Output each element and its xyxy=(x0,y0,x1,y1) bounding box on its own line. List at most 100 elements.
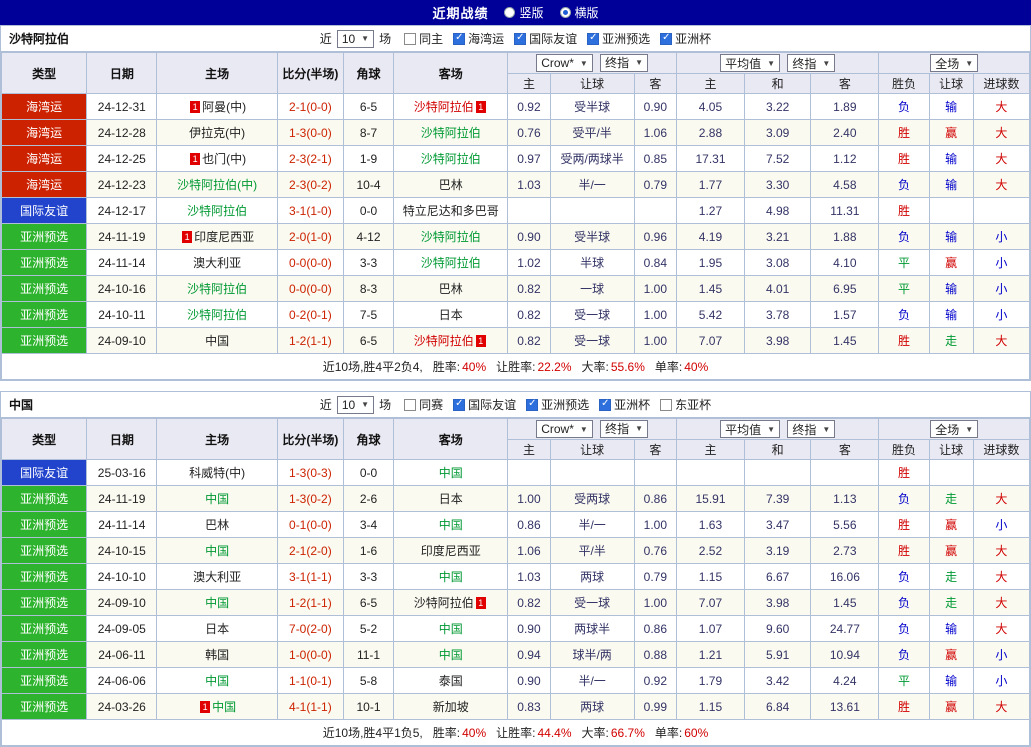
result-cell: 负 xyxy=(879,302,929,328)
corners-cell: 2-6 xyxy=(343,486,393,512)
team-name-text: 中国 xyxy=(439,518,463,532)
col-header-home: 主场 xyxy=(157,53,277,94)
team-name-text: 中国 xyxy=(212,700,236,714)
subcol-odds-home: 主 xyxy=(508,440,550,460)
subcol-odds-home: 主 xyxy=(508,74,550,94)
type-cell: 亚洲预选 xyxy=(2,538,87,564)
away-team-cell: 巴林 xyxy=(394,276,508,302)
handicap-line-cell: 受平/半 xyxy=(550,120,634,146)
average-final-select[interactable]: 终指▼ xyxy=(787,54,835,72)
odds-home-cell xyxy=(508,460,550,486)
match-count-value: 10 xyxy=(342,398,355,412)
avg-away-cell: 11.31 xyxy=(811,198,879,224)
avg-away-cell: 2.73 xyxy=(811,538,879,564)
avg-draw-cell: 7.39 xyxy=(745,486,811,512)
title-bar: 近期战绩 竖版 横版 xyxy=(0,0,1031,25)
avg-home-cell: 1.15 xyxy=(676,694,744,720)
col-header-home: 主场 xyxy=(157,419,277,460)
score-cell: 3-1(1-1) xyxy=(277,564,343,590)
match-count-select[interactable]: 10 ▼ xyxy=(337,30,374,48)
team-name-text: 沙特阿拉伯(中) xyxy=(177,178,257,192)
avg-away-cell: 2.40 xyxy=(811,120,879,146)
filter-checkbox[interactable]: 亚洲预选 xyxy=(587,30,650,47)
scope-select[interactable]: 全场▼ xyxy=(930,420,978,438)
team-name-text: 沙特阿拉伯 xyxy=(421,256,481,270)
goals-result-cell: 大 xyxy=(973,120,1029,146)
result-cell: 负 xyxy=(879,224,929,250)
score-cell: 2-3(0-2) xyxy=(277,172,343,198)
avg-away-cell: 1.89 xyxy=(811,94,879,120)
red-card-badge: 1 xyxy=(190,153,200,165)
result-cell: 负 xyxy=(879,94,929,120)
layout-radio-vertical[interactable]: 竖版 xyxy=(504,4,543,21)
stat-label: 大率: xyxy=(582,360,609,374)
match-count-select[interactable]: 10 ▼ xyxy=(337,396,374,414)
average-select[interactable]: 平均值▼ xyxy=(720,420,780,438)
avg-away-cell: 4.58 xyxy=(811,172,879,198)
col-header-type: 类型 xyxy=(2,419,87,460)
odds-home-cell xyxy=(508,198,550,224)
handicap-line-cell: 受一球 xyxy=(550,328,634,354)
type-cell: 国际友谊 xyxy=(2,198,87,224)
filter-checkbox[interactable]: 亚洲杯 xyxy=(660,30,711,47)
layout-radio-horizontal[interactable]: 横版 xyxy=(560,4,599,21)
goals-result-cell: 大 xyxy=(973,694,1029,720)
date-cell: 24-10-11 xyxy=(87,302,157,328)
filter-checkbox[interactable]: 国际友谊 xyxy=(514,30,577,47)
avg-draw-cell: 4.98 xyxy=(745,198,811,224)
corners-cell: 6-5 xyxy=(343,590,393,616)
filter-checkbox[interactable]: 亚洲杯 xyxy=(599,396,650,413)
average-group-header: 平均值▼ 终指▼ xyxy=(676,53,879,74)
corners-cell: 3-3 xyxy=(343,250,393,276)
corners-cell: 6-5 xyxy=(343,94,393,120)
summary-row: 近10场,胜4平1负5,胜率:40%让胜率:44.4%大率:66.7%单率:60… xyxy=(2,720,1030,746)
home-team-cell: 巴林 xyxy=(157,512,277,538)
team-name-text: 澳大利亚 xyxy=(193,570,241,584)
filter-checkbox[interactable]: 海湾运 xyxy=(453,30,504,47)
near-label: 近 xyxy=(320,30,332,47)
score-cell: 0-2(0-1) xyxy=(277,302,343,328)
avg-away-cell: 4.10 xyxy=(811,250,879,276)
filter-checkbox[interactable]: 亚洲预选 xyxy=(526,396,589,413)
avg-home-cell: 1.27 xyxy=(676,198,744,224)
match-row: 亚洲预选24-11-14巴林0-1(0-0)3-4中国0.86半/一1.001.… xyxy=(2,512,1030,538)
avg-draw-cell: 3.42 xyxy=(745,668,811,694)
scope-select[interactable]: 全场▼ xyxy=(930,54,978,72)
bookmaker-final-select[interactable]: 终指▼ xyxy=(600,54,648,72)
col-header-corners: 角球 xyxy=(343,53,393,94)
handicap-line-cell: 受半球 xyxy=(550,94,634,120)
away-team-cell: 日本 xyxy=(394,302,508,328)
corners-cell: 3-4 xyxy=(343,512,393,538)
filter-checkbox[interactable]: 同赛 xyxy=(404,396,443,413)
goals-result-cell: 大 xyxy=(973,172,1029,198)
competition-filter-group: 同主海湾运国际友谊亚洲预选亚洲杯 xyxy=(394,30,711,47)
filter-checkbox[interactable]: 同主 xyxy=(404,30,443,47)
result-cell: 负 xyxy=(879,616,929,642)
score-cell: 7-0(2-0) xyxy=(277,616,343,642)
avg-away-cell: 16.06 xyxy=(811,564,879,590)
handicap-result-cell: 输 xyxy=(929,276,973,302)
team-name-text: 中国 xyxy=(439,570,463,584)
team-name-text: 伊拉克(中) xyxy=(189,126,245,140)
corners-cell: 1-6 xyxy=(343,538,393,564)
chevron-down-icon: ▼ xyxy=(580,59,588,68)
bookmaker-select[interactable]: Crow*▼ xyxy=(536,420,593,438)
average-final-select[interactable]: 终指▼ xyxy=(787,420,835,438)
handicap-line-cell: 两球半 xyxy=(550,616,634,642)
handicap-result-cell: 走 xyxy=(929,564,973,590)
filter-checkbox[interactable]: 国际友谊 xyxy=(453,396,516,413)
home-team-cell: 中国 xyxy=(157,328,277,354)
handicap-result-cell: 走 xyxy=(929,590,973,616)
type-cell: 亚洲预选 xyxy=(2,564,87,590)
bookmaker-final-select[interactable]: 终指▼ xyxy=(600,420,648,438)
avg-draw-cell: 3.19 xyxy=(745,538,811,564)
odds-away-cell: 1.00 xyxy=(634,512,676,538)
odds-home-cell: 1.03 xyxy=(508,564,550,590)
games-label: 场 xyxy=(379,396,391,413)
avg-away-cell: 5.56 xyxy=(811,512,879,538)
subcol-avg-draw: 和 xyxy=(745,440,811,460)
bookmaker-select[interactable]: Crow*▼ xyxy=(536,54,593,72)
average-select[interactable]: 平均值▼ xyxy=(720,54,780,72)
checkbox-label: 亚洲预选 xyxy=(541,396,589,413)
filter-checkbox[interactable]: 东亚杯 xyxy=(660,396,711,413)
